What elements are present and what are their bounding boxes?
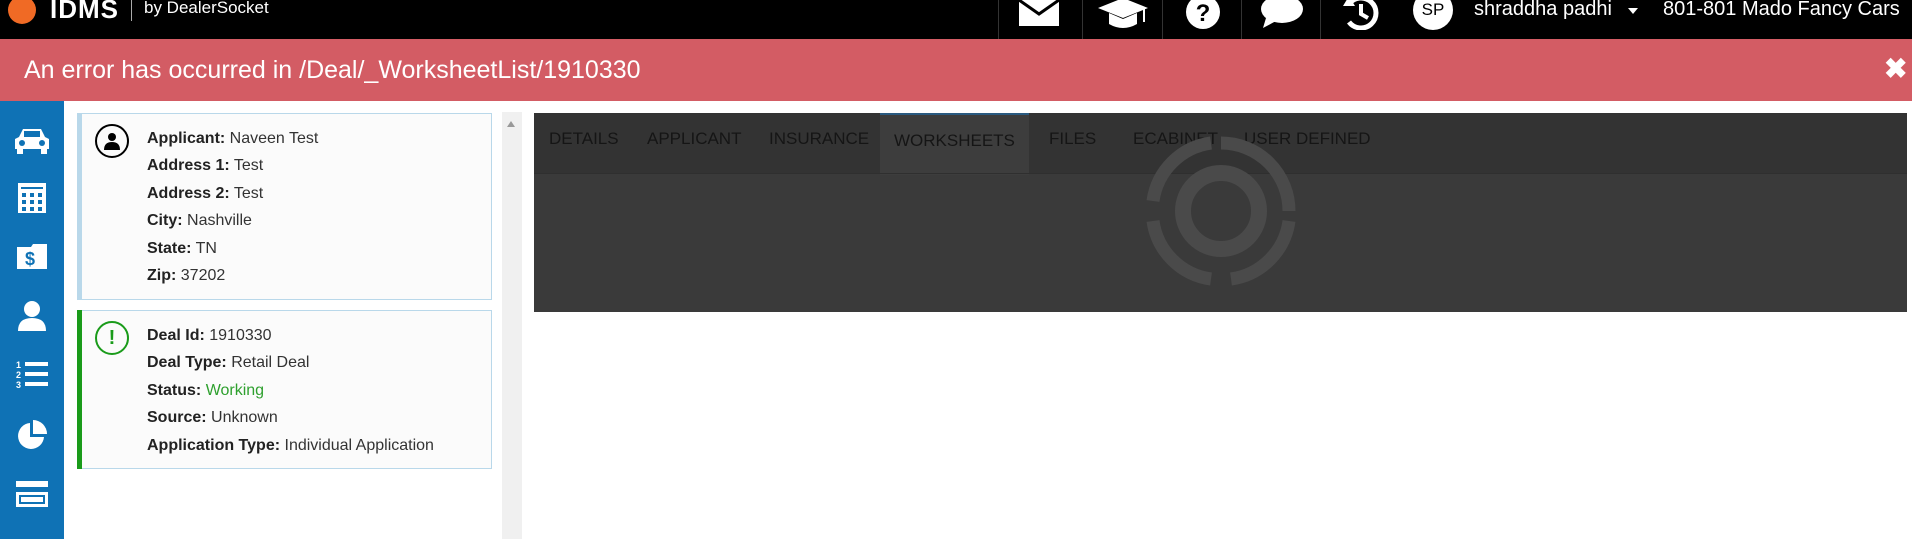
row-value: Nashville: [187, 212, 252, 229]
tab-worksheets[interactable]: WORKSHEETS: [880, 113, 1029, 175]
deal-panel: DETAILS APPLICANT INSURANCE WORKSHEETS F…: [534, 113, 1907, 312]
tab-insurance[interactable]: INSURANCE: [769, 113, 869, 173]
svg-text:$: $: [25, 249, 35, 269]
row-label: Address 2:: [147, 185, 230, 202]
row-label: Deal Type:: [147, 354, 227, 371]
row-value: Test: [233, 185, 264, 202]
tab-applicant[interactable]: APPLICANT: [647, 113, 741, 173]
user-avatar[interactable]: SP: [1413, 0, 1453, 30]
numbered-list-icon: 123: [16, 360, 48, 390]
chat-button[interactable]: [1241, 0, 1322, 39]
sidebar-item-calculator[interactable]: [0, 169, 64, 227]
dealer-name[interactable]: 801-801 Mado Fancy Cars: [1663, 0, 1900, 21]
deal-card: ! Deal Id: 1910330 Deal Type: Retail Dea…: [77, 310, 492, 469]
chat-icon: [1261, 0, 1303, 28]
history-button[interactable]: [1320, 0, 1401, 39]
calculator-icon: [18, 183, 46, 213]
row-value: 37202: [180, 267, 226, 284]
svg-text:?: ?: [1196, 0, 1211, 27]
source-row: Source: Unknown: [147, 409, 278, 427]
application-type-row: Application Type: Individual Application: [147, 437, 434, 455]
row-label: Zip:: [147, 267, 177, 284]
error-banner: An error has occurred in /Deal/_Workshee…: [0, 39, 1912, 101]
sidebar-item-customer[interactable]: [0, 287, 64, 345]
credit-card-icon: [16, 481, 48, 507]
status-badge: Working: [205, 382, 265, 399]
sidebar-item-list[interactable]: 123: [0, 346, 64, 404]
brand-by: by DealerSocket: [144, 0, 269, 17]
card-accent-bar: [77, 310, 82, 469]
mail-button[interactable]: [998, 0, 1079, 39]
close-icon[interactable]: ✖: [1884, 52, 1907, 85]
svg-text:2: 2: [16, 370, 21, 380]
error-message: An error has occurred in /Deal/_Workshee…: [24, 56, 641, 84]
status-row: Status: Working: [147, 382, 264, 400]
graduation-cap-icon: [1098, 0, 1148, 28]
brand-name: IDMS: [50, 0, 119, 24]
sidebar: $ 123: [0, 101, 64, 539]
loading-spinner-icon: [1146, 136, 1296, 286]
help-button[interactable]: ?: [1162, 0, 1243, 39]
zip-row: Zip: 37202: [147, 267, 225, 285]
tab-details[interactable]: DETAILS: [549, 113, 619, 173]
svg-text:3: 3: [16, 380, 21, 390]
person-icon: [95, 124, 129, 158]
applicant-card: Applicant: Naveen Test Address 1: Test A…: [77, 113, 492, 300]
mail-icon: [1018, 0, 1060, 26]
pie-chart-icon: [18, 420, 47, 449]
scrollbar[interactable]: [502, 112, 522, 539]
row-label: City:: [147, 212, 183, 229]
row-value: Unknown: [211, 409, 278, 426]
state-row: State: TN: [147, 240, 217, 258]
row-value: TN: [195, 240, 217, 257]
chevron-down-icon[interactable]: [1628, 8, 1638, 14]
history-icon: [1343, 0, 1379, 30]
logo-mark-icon: [8, 0, 36, 24]
row-value: Naveen Test: [229, 130, 319, 147]
sidebar-item-finance[interactable]: $: [0, 227, 64, 285]
top-bar: IDMS by DealerSocket ? SP shraddha padhi…: [0, 0, 1912, 39]
sidebar-item-reports[interactable]: [0, 406, 64, 464]
card-accent-bar: [77, 113, 82, 300]
row-value: Retail Deal: [231, 354, 310, 371]
user-name[interactable]: shraddha padhi: [1474, 0, 1612, 21]
money-icon: $: [17, 244, 47, 269]
logo-divider: [131, 0, 132, 21]
row-label: Deal Id:: [147, 327, 205, 344]
row-value: 1910330: [209, 327, 272, 344]
sidebar-item-vehicle[interactable]: [0, 111, 64, 169]
row-label: Applicant:: [147, 130, 226, 147]
row-value: Individual Application: [284, 437, 434, 454]
exclamation-icon: !: [95, 321, 129, 355]
svg-text:1: 1: [16, 360, 21, 370]
training-button[interactable]: [1082, 0, 1163, 39]
deal-type-row: Deal Type: Retail Deal: [147, 354, 309, 372]
deal-id-row: Deal Id: 1910330: [147, 327, 272, 345]
row-label: Address 1:: [147, 157, 230, 174]
city-row: City: Nashville: [147, 212, 252, 230]
row-label: Status:: [147, 382, 202, 399]
row-value: Test: [233, 157, 264, 174]
row-label: State:: [147, 240, 192, 257]
row-label: Application Type:: [147, 437, 281, 454]
tab-files[interactable]: FILES: [1049, 113, 1096, 173]
scroll-up-icon[interactable]: [507, 121, 515, 127]
address2-row: Address 2: Test: [147, 185, 263, 203]
brand-logo[interactable]: IDMS by DealerSocket: [8, 0, 269, 30]
sidebar-item-payments[interactable]: [0, 465, 64, 523]
row-label: Source:: [147, 409, 207, 426]
person-icon: [18, 301, 46, 331]
applicant-row: Applicant: Naveen Test: [147, 130, 318, 148]
car-icon: [15, 129, 49, 154]
help-icon: ?: [1186, 0, 1220, 29]
address1-row: Address 1: Test: [147, 157, 263, 175]
